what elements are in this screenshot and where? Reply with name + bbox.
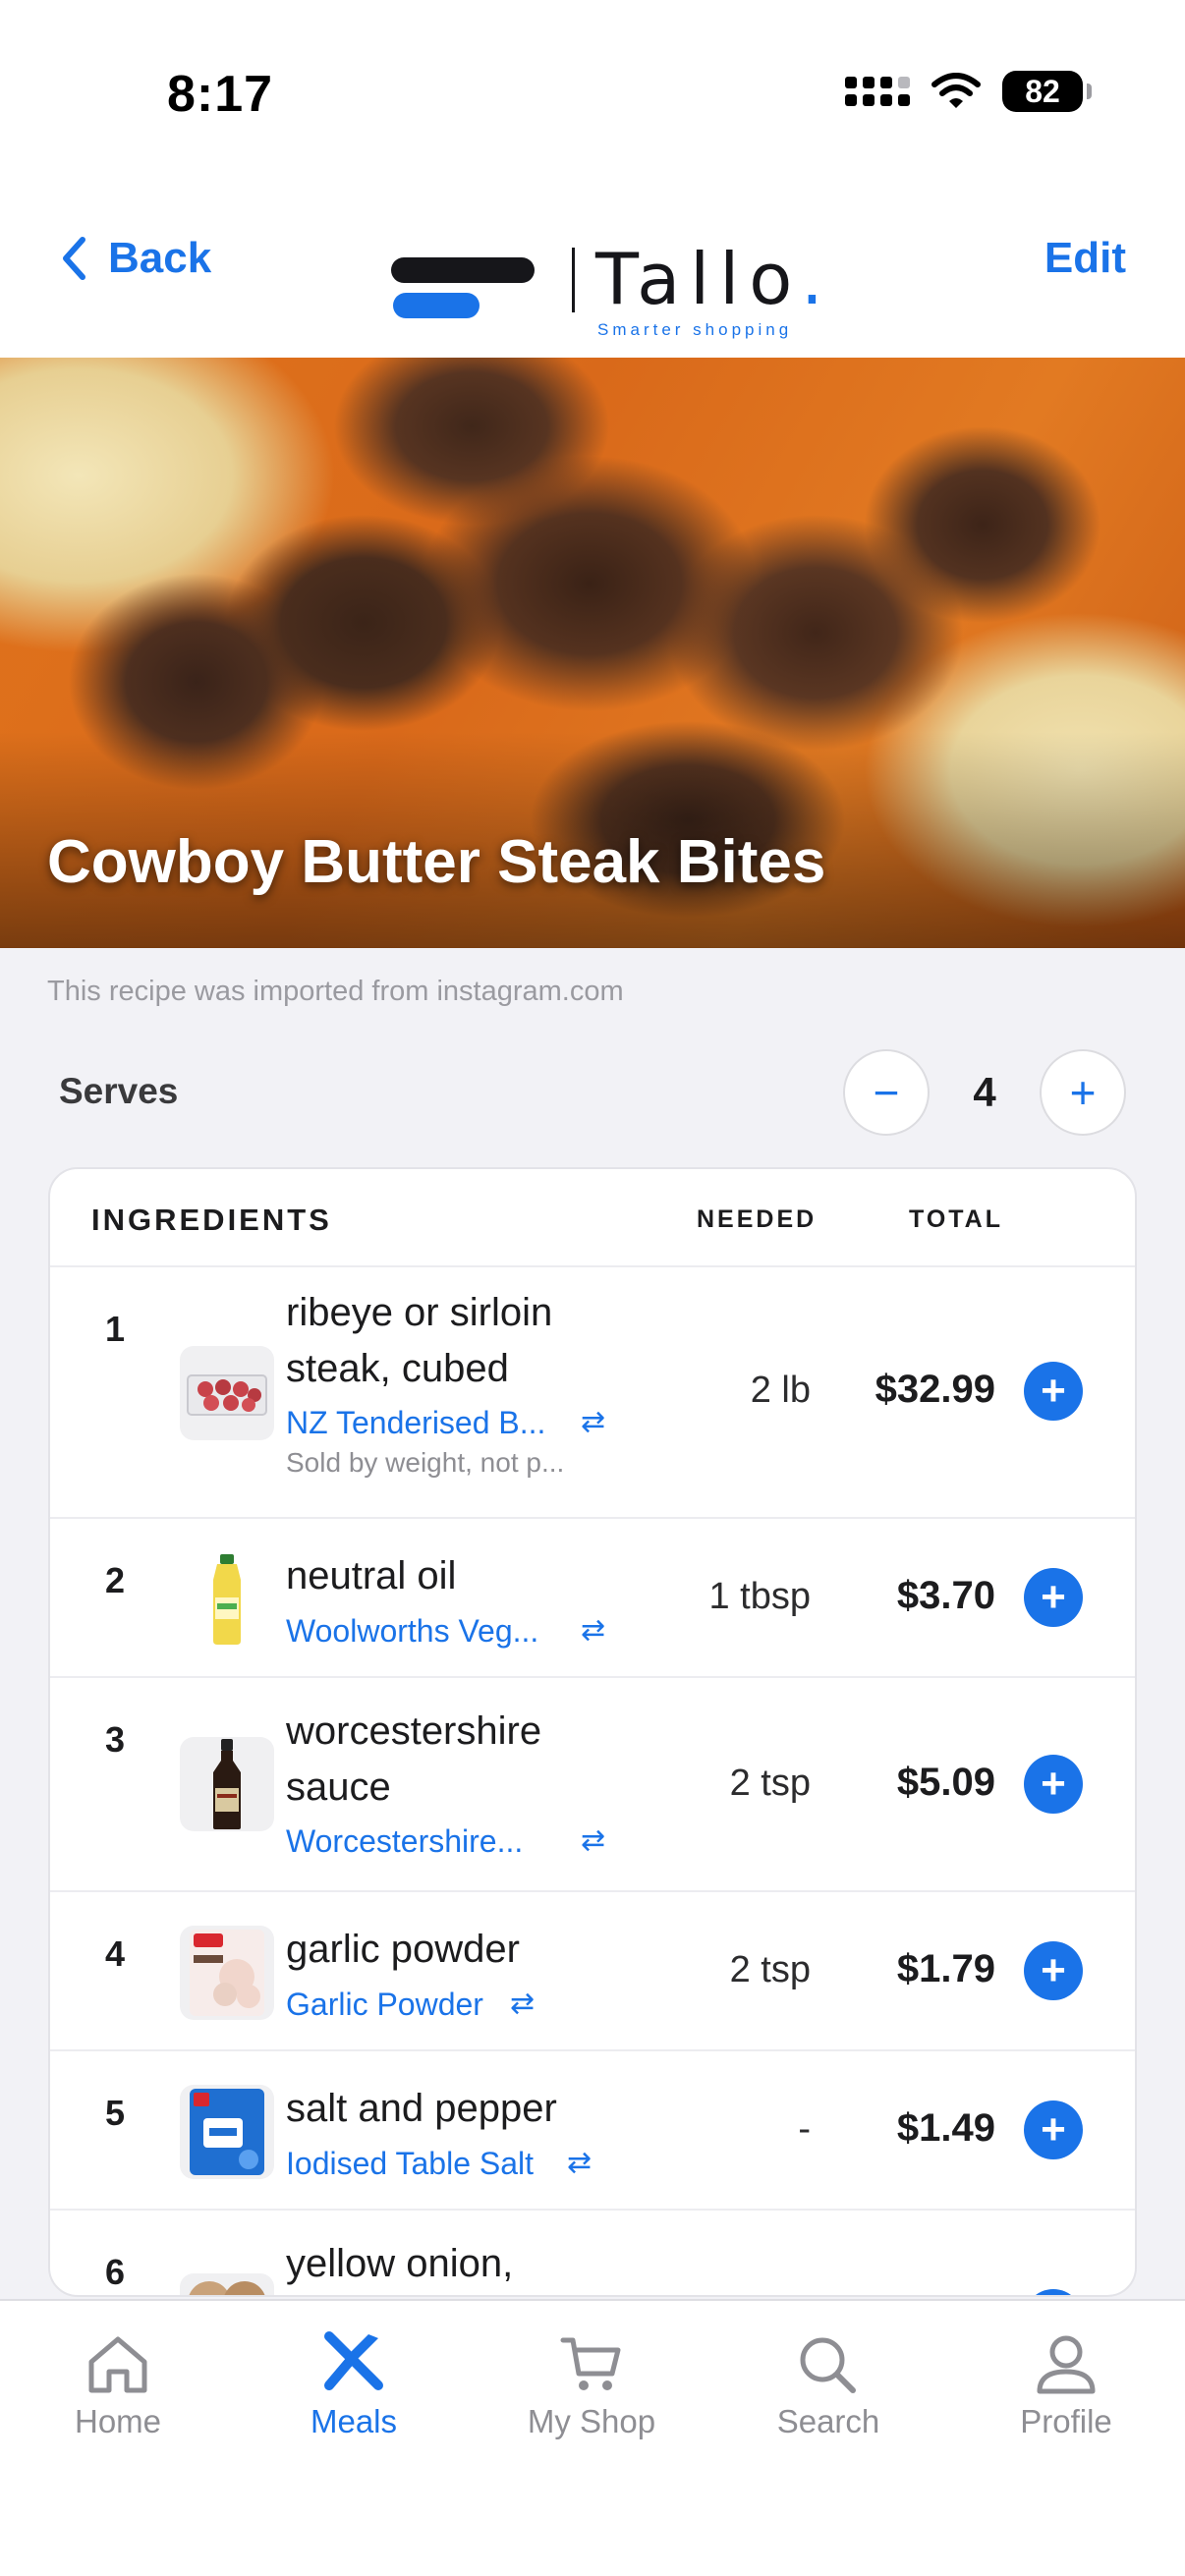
bottom-tab-bar: Home Meals My Shop Search Profile [0,2299,1185,2576]
ingredient-row[interactable]: 2 neutral oil Woolworths Veg... ⇄ 1 tbsp… [50,1519,1135,1678]
product-link[interactable]: Woolworths Veg... [286,1613,538,1650]
sauce-bottle-icon [180,1737,274,1831]
tab-label: My Shop [527,2403,656,2439]
swap-product-icon[interactable]: ⇄ [581,1613,605,1648]
row-number: 6 [105,2252,126,2292]
steak-pack-icon [180,1346,274,1440]
product-link[interactable]: Iodised Table Salt [286,2146,534,2182]
ingredients-card: INGREDIENTS NEEDED TOTAL 1 ribeye or sir… [48,1167,1137,2297]
onion-icon [180,2273,274,2295]
add-to-cart-button[interactable]: + [1024,2289,1083,2295]
fork-knife-icon [324,2331,383,2390]
garlic-pack-icon [180,1926,274,2020]
header-ingredients: INGREDIENTS [91,1203,332,1237]
ingredients-header: INGREDIENTS NEEDED TOTAL [50,1169,1135,1267]
status-bar: 8:17 82 [0,0,1185,187]
row-number: 5 [105,2093,126,2133]
search-icon [800,2337,856,2393]
back-button[interactable]: Back [61,234,211,283]
cellular-signal-icon [845,77,910,106]
app-header: Back Tallo. Smarter shopping Edit [0,187,1185,358]
row-number: 4 [105,1933,126,1974]
logo-wordmark: Tallo. [595,238,833,320]
add-to-cart-button[interactable]: + [1024,1755,1083,1814]
ingredient-name: yellow onion, [286,2242,514,2285]
decrease-serves-button[interactable]: − [843,1049,930,1136]
recipe-title: Cowboy Butter Steak Bites [47,828,826,896]
needed-amount: 2 tsp [729,1949,811,1990]
ingredient-row[interactable]: 4 garlic powder Garlic Powder ⇄ 2 tsp $1… [50,1892,1135,2051]
ingredient-row[interactable]: 5 salt and pepper Iodised Table Salt ⇄ -… [50,2051,1135,2211]
needed-amount: 2 lb [750,1370,811,1411]
salt-pack-icon [180,2085,274,2179]
ingredient-name: worcestershire sauce [286,1709,542,1809]
header-total: TOTAL [909,1205,1004,1233]
tab-my-shop[interactable]: My Shop [493,2321,690,2440]
home-icon [88,2336,147,2393]
serves-value: 4 [973,1069,996,1115]
ingredient-row[interactable]: 1 ribeye or sirloin steak, cubed NZ Tend… [50,1267,1135,1519]
wifi-icon [931,73,981,108]
status-time: 8:17 [167,66,274,123]
tab-search[interactable]: Search [730,2321,927,2440]
edit-button[interactable]: Edit [1044,234,1126,283]
needed-amount: - [798,2108,811,2150]
back-label: Back [108,234,212,282]
add-to-cart-button[interactable]: + [1024,2100,1083,2159]
tab-label: Profile [1020,2403,1112,2439]
tab-label: Meals [310,2403,398,2439]
header-needed: NEEDED [697,1205,818,1233]
product-link[interactable]: NZ Tenderised B... [286,1405,545,1441]
ingredient-name: ribeye or sirloin steak, cubed [286,1291,553,1390]
add-to-cart-button[interactable]: + [1024,1568,1083,1627]
swap-product-icon[interactable]: ⇄ [581,1823,605,1858]
add-to-cart-button[interactable]: + [1024,1362,1083,1421]
battery-icon: 82 [1002,71,1092,112]
add-to-cart-button[interactable]: + [1024,1941,1083,2000]
tab-profile[interactable]: Profile [968,2321,1164,2440]
tallo-logo: Tallo. Smarter shopping [391,216,823,339]
total-price: $5.09 [896,1761,995,1804]
product-link[interactable]: Worcestershire... [286,1823,523,1860]
cart-icon [560,2337,621,2390]
product-note: Sold by weight, not p... [286,1447,565,1478]
recipe-hero-image: Cowboy Butter Steak Bites [0,358,1185,948]
needed-amount: 2 tsp [729,1763,811,1804]
tab-meals[interactable]: Meals [255,2321,452,2440]
total-price: $1.49 [896,2106,995,2150]
needed-amount: 1 tbsp [708,1576,811,1617]
import-source-note: This recipe was imported from instagram.… [47,976,624,1007]
swap-product-icon[interactable]: ⇄ [567,2146,592,2180]
serves-label: Serves [59,1071,179,1111]
increase-serves-button[interactable]: + [1040,1049,1126,1136]
total-price: $1.79 [896,1947,995,1990]
total-price: $32.99 [875,1368,995,1411]
product-link[interactable]: Garlic Powder [286,1987,483,2023]
tab-label: Home [74,2403,162,2439]
swap-product-icon[interactable]: ⇄ [510,1987,535,2021]
tab-label: Search [776,2403,880,2439]
profile-icon [1037,2335,1096,2394]
status-icons: 82 [845,71,1092,112]
row-number: 1 [105,1309,126,1349]
oil-bottle-icon [180,1552,274,1647]
row-number: 2 [105,1560,126,1600]
swap-product-icon[interactable]: ⇄ [581,1405,605,1439]
tab-home[interactable]: Home [20,2321,216,2440]
chevron-left-icon [63,237,85,280]
ingredient-name: neutral oil [286,1554,457,1597]
ingredient-row[interactable]: 6 yellow onion, + [50,2211,1135,2295]
row-number: 3 [105,1719,126,1760]
ingredient-name: salt and pepper [286,2087,557,2130]
ingredient-row[interactable]: 3 worcestershire sauce Worcestershire...… [50,1678,1135,1892]
total-price: $3.70 [896,1574,995,1617]
logo-tagline: Smarter shopping [597,320,793,339]
ingredient-name: garlic powder [286,1928,520,1971]
serves-stepper: − 4 + [843,1049,1126,1136]
